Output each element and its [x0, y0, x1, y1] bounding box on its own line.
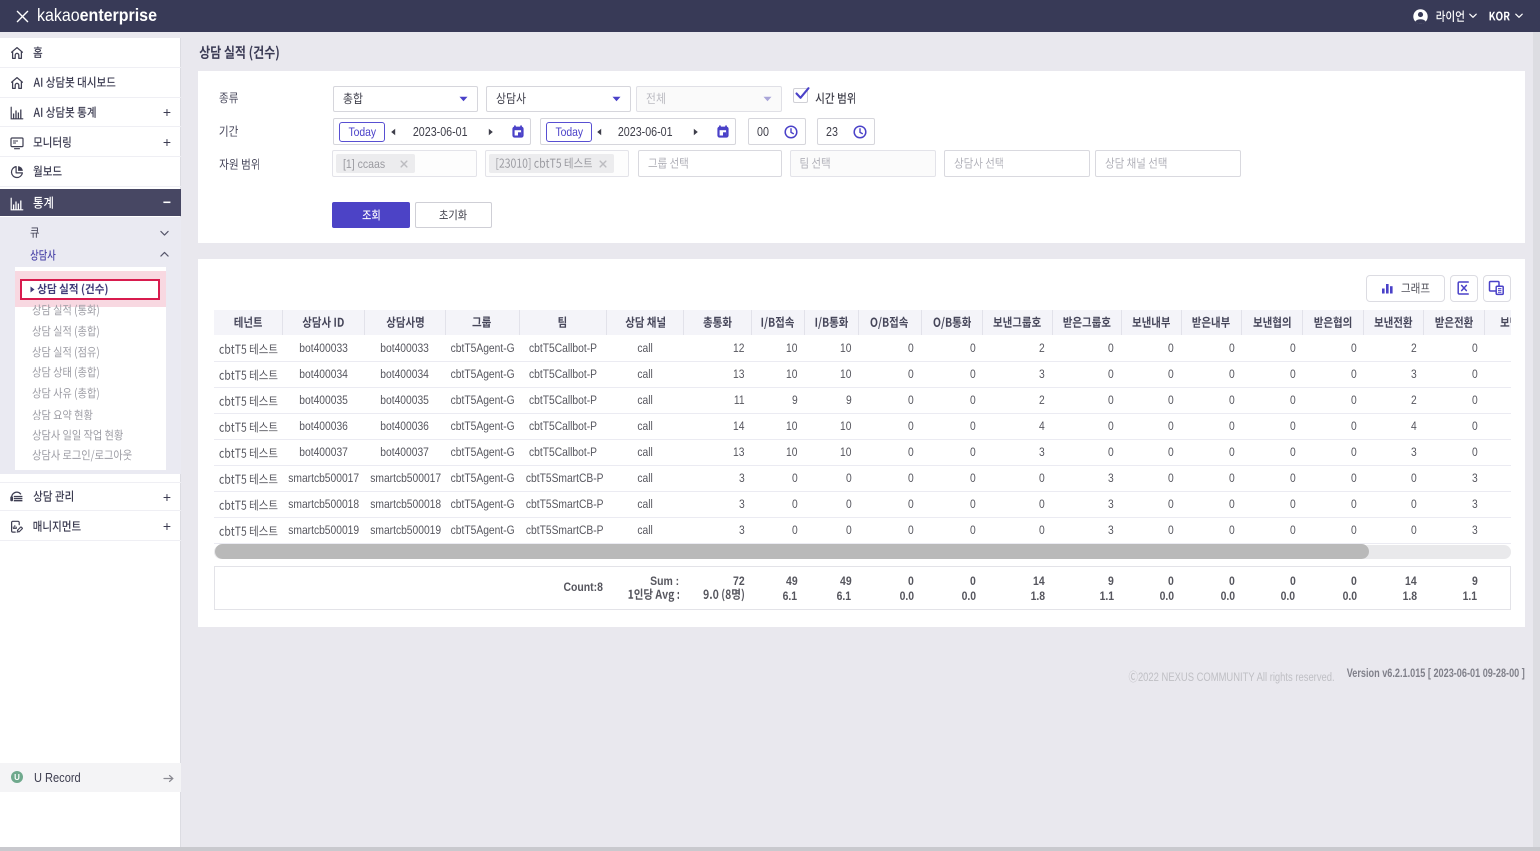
svg-text:U: U: [14, 773, 20, 782]
